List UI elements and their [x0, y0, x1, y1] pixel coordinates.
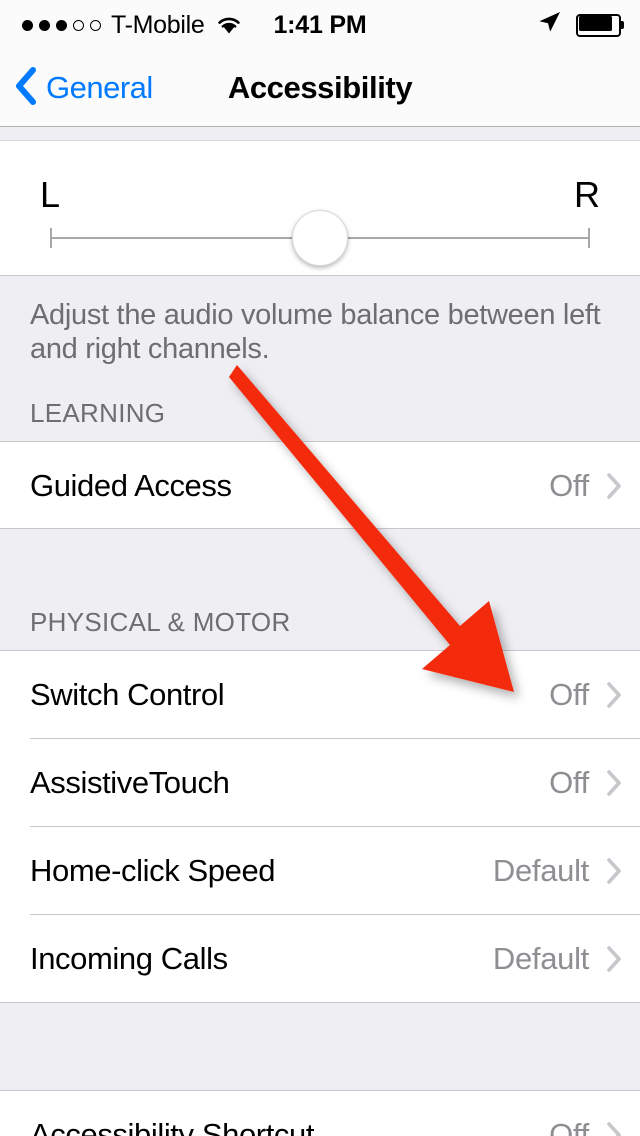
carrier-name: T-Mobile — [111, 10, 205, 39]
signal-dot-filled — [22, 19, 33, 31]
settings-list[interactable]: L R Adjust the audio volume balance betw… — [0, 127, 640, 1136]
slider-thumb[interactable] — [292, 210, 348, 266]
row-value: Off — [549, 765, 589, 800]
list-top-spacer — [0, 127, 640, 141]
iphone-screen: T-Mobile 1:41 PM General Accessibility L… — [0, 0, 640, 1136]
row-value: Off — [549, 677, 589, 712]
navigation-bar: General Accessibility — [0, 50, 640, 127]
row-home-click-speed[interactable]: Home-click Speed Default — [0, 827, 640, 915]
slider-tick-left — [50, 228, 52, 248]
page-title: Accessibility — [227, 70, 413, 105]
wifi-icon — [215, 14, 243, 36]
slider-tick-right — [588, 228, 590, 248]
row-value: Default — [492, 941, 589, 976]
section-header-label: PHYSICAL & MOTOR — [30, 607, 291, 637]
row-value: Default — [492, 853, 589, 888]
row-label: Accessibility Shortcut — [30, 1117, 315, 1136]
status-bar-clock: 1:41 PM — [273, 10, 367, 39]
chevron-right-icon — [607, 770, 622, 796]
section-header-label: LEARNING — [30, 398, 166, 428]
row-label: Switch Control — [30, 677, 225, 712]
balance-footer-note: Adjust the audio volume balance between … — [0, 276, 640, 366]
location-arrow-icon — [536, 10, 562, 41]
balance-footer-note-text: Adjust the audio volume balance between … — [30, 299, 601, 365]
signal-dot-filled — [56, 19, 67, 31]
audio-balance-slider-cell[interactable]: L R — [0, 141, 640, 276]
row-guided-access[interactable]: Guided Access Off — [0, 442, 640, 529]
chevron-right-icon — [607, 1122, 622, 1136]
signal-dot-empty — [90, 19, 101, 31]
row-assistivetouch[interactable]: AssistiveTouch Off — [0, 739, 640, 827]
chevron-right-icon — [607, 682, 622, 708]
chevron-right-icon — [607, 946, 622, 972]
battery-icon — [576, 13, 624, 37]
row-label: Incoming Calls — [30, 941, 228, 976]
row-value: Off — [549, 1117, 589, 1136]
row-incoming-calls[interactable]: Incoming Calls Default — [0, 915, 640, 1003]
status-bar: T-Mobile 1:41 PM — [0, 0, 640, 50]
row-separator — [0, 528, 640, 529]
signal-dot-empty — [73, 19, 84, 31]
row-label: AssistiveTouch — [30, 765, 230, 800]
section-header-learning: LEARNING — [0, 366, 640, 442]
row-accessibility-shortcut[interactable]: Accessibility Shortcut Off — [0, 1091, 640, 1136]
slider-right-label: R — [574, 174, 600, 215]
row-label: Guided Access — [30, 467, 232, 503]
row-value: Off — [549, 467, 589, 503]
slider-left-label: L — [40, 174, 61, 215]
section-spacer — [0, 1003, 640, 1091]
row-separator — [0, 1002, 640, 1003]
chevron-right-icon — [607, 858, 622, 884]
row-label: Home-click Speed — [30, 853, 276, 888]
signal-strength-dots — [22, 19, 101, 31]
status-bar-left: T-Mobile — [22, 0, 243, 50]
section-header-physical-motor: PHYSICAL & MOTOR — [0, 529, 640, 651]
status-bar-right — [536, 0, 624, 50]
chevron-right-icon — [607, 472, 622, 499]
signal-dot-filled — [39, 19, 50, 31]
row-switch-control[interactable]: Switch Control Off — [0, 651, 640, 739]
